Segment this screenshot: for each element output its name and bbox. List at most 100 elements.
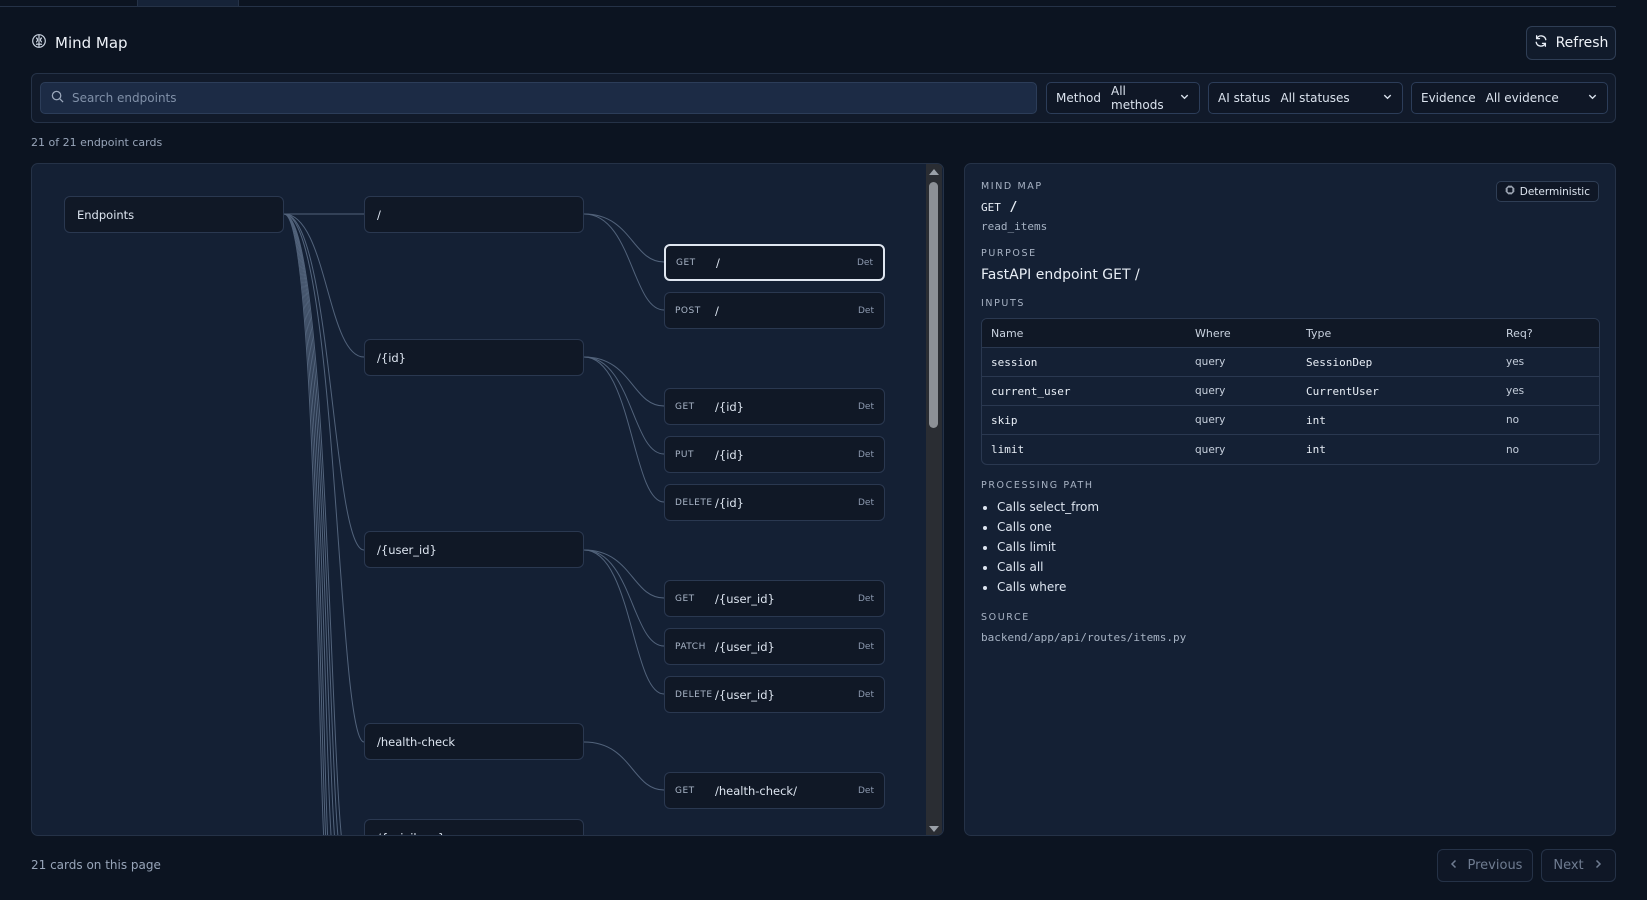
- scroll-up-icon[interactable]: [929, 169, 939, 175]
- brain-icon: [31, 33, 47, 53]
- method-filter-select[interactable]: Method All methods: [1046, 82, 1200, 114]
- page-title: Mind Map: [55, 34, 128, 52]
- table-row: limit query int no: [982, 435, 1599, 464]
- top-tab-active[interactable]: [138, 0, 239, 6]
- endpoint-method: PUT: [675, 449, 695, 460]
- column-header: Req?: [1497, 319, 1599, 348]
- route-line: GET /: [981, 200, 1599, 215]
- input-name: limit: [991, 443, 1025, 456]
- processing-heading: PROCESSING PATH: [981, 480, 1094, 491]
- endpoint-tag: Det: [858, 785, 874, 796]
- endpoint-path: /{id}: [715, 399, 745, 414]
- column-header: Type: [1297, 319, 1497, 348]
- endpoint-card-selected[interactable]: GET / Det: [664, 244, 885, 281]
- endpoint-card[interactable]: GET /health-check/ Det: [664, 772, 885, 809]
- page-card-count: 21 cards on this page: [31, 858, 161, 872]
- refresh-label: Refresh: [1555, 35, 1609, 51]
- endpoint-path: /{user_id}: [715, 591, 775, 606]
- ai-status-filter-select[interactable]: AI status All statuses: [1208, 82, 1403, 114]
- table-row: current_user query CurrentUser yes: [982, 377, 1599, 406]
- method-filter-value: All methods: [1111, 84, 1164, 112]
- endpoint-path: /{user_id}: [715, 639, 775, 654]
- endpoint-method: DELETE: [675, 689, 713, 700]
- search-input[interactable]: [72, 91, 972, 105]
- source-heading: SOURCE: [981, 612, 1030, 623]
- input-name: session: [982, 348, 1186, 377]
- endpoint-path: /health-check/: [715, 783, 797, 798]
- table-row: skip query int no: [982, 406, 1599, 435]
- endpoint-card[interactable]: GET /{id} Det: [664, 388, 885, 425]
- input-name: current_user: [982, 377, 1186, 406]
- list-item: Calls one: [997, 517, 1599, 537]
- map-scrollbar[interactable]: [926, 164, 942, 835]
- input-type: int: [1297, 406, 1497, 435]
- endpoint-method: DELETE: [675, 497, 713, 508]
- endpoint-tag: Det: [858, 497, 874, 508]
- ai-status-filter-value: All statuses: [1280, 91, 1350, 105]
- endpoint-tag: Det: [858, 641, 874, 652]
- endpoint-card[interactable]: POST / Det: [664, 292, 885, 329]
- endpoint-path: /{id}: [715, 447, 745, 462]
- list-item: Calls all: [997, 557, 1599, 577]
- endpoint-card[interactable]: PUT /{id} Det: [664, 436, 885, 473]
- input-required: no: [1497, 406, 1599, 435]
- mind-map-canvas[interactable]: Endpoints / /{id} /{user_id} /health-che…: [31, 163, 944, 836]
- evidence-filter-select[interactable]: Evidence All evidence: [1411, 82, 1608, 114]
- list-item: Calls where: [997, 577, 1599, 597]
- column-header: Where: [1186, 319, 1297, 348]
- endpoint-method: POST: [675, 305, 701, 316]
- endpoint-card[interactable]: DELETE /{user_id} Det: [664, 676, 885, 713]
- input-where: query: [1186, 377, 1297, 406]
- top-tab-strip: [0, 0, 1616, 7]
- next-button[interactable]: Next: [1541, 849, 1616, 882]
- endpoint-path: /{id}: [715, 495, 745, 510]
- group-node[interactable]: /health-check: [364, 723, 584, 760]
- input-type: int: [1306, 443, 1326, 456]
- scrollbar-thumb[interactable]: [929, 182, 938, 428]
- previous-label: Previous: [1467, 858, 1523, 873]
- function-name: read_items: [981, 220, 1048, 233]
- endpoint-path: /{user_id}: [715, 687, 775, 702]
- input-where: query: [1186, 348, 1297, 377]
- input-type: CurrentUser: [1297, 377, 1497, 406]
- endpoint-card[interactable]: PATCH /{user_id} Det: [664, 628, 885, 665]
- search-icon: [51, 90, 64, 107]
- input-where: query: [1195, 443, 1226, 456]
- endpoint-tag: Det: [857, 257, 873, 268]
- chip-icon: [1505, 185, 1515, 198]
- scroll-down-icon[interactable]: [929, 826, 939, 832]
- search-box[interactable]: [40, 82, 1037, 114]
- refresh-icon: [1534, 34, 1548, 52]
- table-row: session query SessionDep yes: [982, 348, 1599, 377]
- group-node[interactable]: /: [364, 196, 584, 233]
- group-node[interactable]: /{id}: [364, 339, 584, 376]
- badge-label: Deterministic: [1519, 185, 1590, 198]
- purpose-heading: PURPOSE: [981, 248, 1037, 259]
- previous-button[interactable]: Previous: [1437, 849, 1533, 882]
- route-path: /: [1009, 200, 1018, 215]
- chevron-down-icon: [1173, 91, 1190, 105]
- list-item: Calls select_from: [997, 497, 1599, 517]
- ai-status-filter-label: AI status: [1218, 91, 1271, 105]
- endpoint-method: GET: [675, 593, 695, 604]
- group-node[interactable]: /{user_id}: [364, 531, 584, 568]
- evidence-filter-label: Evidence: [1421, 91, 1476, 105]
- endpoint-card[interactable]: GET /{user_id} Det: [664, 580, 885, 617]
- source-path: backend/app/api/routes/items.py: [981, 631, 1187, 644]
- page-header: Mind Map Refresh: [31, 25, 1616, 61]
- deterministic-badge: Deterministic: [1495, 181, 1599, 202]
- endpoint-tag: Det: [858, 449, 874, 460]
- inputs-heading: INPUTS: [981, 298, 1026, 309]
- top-tab[interactable]: [31, 0, 138, 6]
- chevron-left-icon: [1448, 858, 1460, 874]
- endpoint-card[interactable]: DELETE /{id} Det: [664, 484, 885, 521]
- column-header: Name: [982, 319, 1186, 348]
- group-node[interactable]: /{privilege}...: [364, 819, 584, 835]
- mind-map-root-node[interactable]: Endpoints: [64, 196, 284, 233]
- chevron-right-icon: [1592, 858, 1604, 874]
- input-required: no: [1506, 443, 1520, 456]
- title-wrap: Mind Map: [31, 33, 128, 53]
- refresh-button[interactable]: Refresh: [1526, 26, 1616, 60]
- endpoint-count: 21 of 21 endpoint cards: [31, 136, 163, 149]
- evidence-filter-value: All evidence: [1485, 91, 1559, 105]
